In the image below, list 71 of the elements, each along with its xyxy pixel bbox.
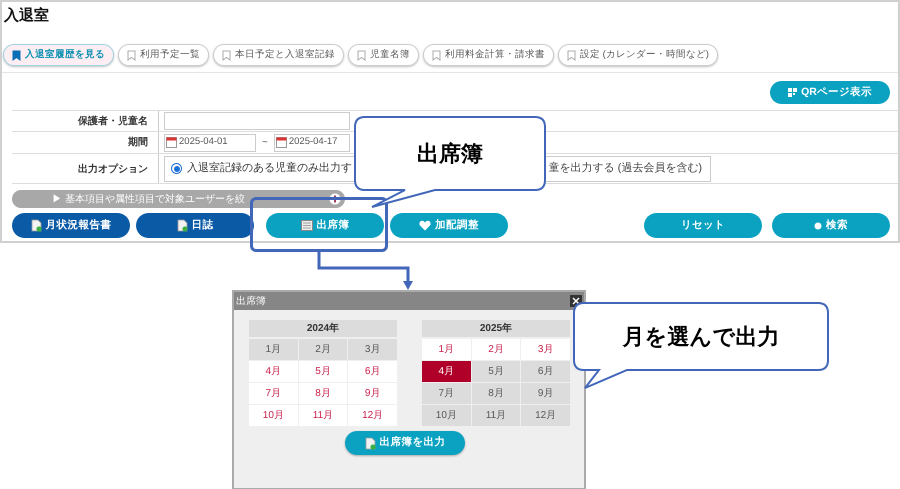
month-cell[interactable]: 12月 — [348, 405, 397, 426]
month-cell[interactable]: 4月 — [249, 361, 298, 382]
month-cell[interactable]: 8月 — [298, 383, 348, 404]
calendar-icon — [166, 137, 177, 148]
month-cell: 5月 — [472, 361, 520, 382]
action-button[interactable]: 出席簿 — [266, 213, 384, 238]
year-header: 2025年 — [422, 320, 570, 337]
month-cell: 9月 — [521, 383, 570, 404]
month-cell[interactable]: 11月 — [298, 405, 348, 426]
month-cell: 1月 — [249, 339, 298, 360]
month-cell[interactable]: 2月 — [472, 339, 520, 360]
month-cell[interactable]: 5月 — [298, 361, 348, 382]
tab[interactable]: 本日予定と入退室記録 — [213, 44, 344, 66]
year-header: 2024年 — [249, 320, 397, 337]
bookmark-icon — [222, 50, 231, 60]
document-icon — [364, 436, 376, 450]
range-separator: ~ — [262, 136, 268, 150]
dialog-title: 出席簿 — [236, 294, 266, 308]
month-cell: 2月 — [298, 339, 348, 360]
qr-code-icon — [788, 88, 798, 97]
action-button[interactable]: 検索 — [772, 213, 890, 238]
field-label: 保護者・児童名 — [76, 114, 149, 129]
info-icon — [329, 193, 341, 205]
heart-icon — [419, 220, 431, 231]
bookmark-icon — [12, 50, 21, 60]
radio-button[interactable] — [171, 163, 182, 174]
month-cell: 3月 — [348, 339, 397, 360]
tab[interactable]: 入退室履歴を見る — [3, 44, 114, 66]
bookmark-icon — [432, 50, 441, 60]
month-cell[interactable]: 7月 — [249, 383, 298, 404]
qr-page-button[interactable]: QRページ表示 — [770, 81, 890, 104]
month-cell[interactable]: 10月 — [249, 405, 298, 426]
month-cell: 11月 — [472, 405, 520, 426]
action-button[interactable]: 日誌 — [136, 213, 254, 238]
month-cell[interactable]: 9月 — [348, 383, 397, 404]
name-input-field[interactable] — [164, 112, 350, 130]
option-label: 童を出力する (過去会員を含む) — [548, 160, 702, 176]
date-field[interactable]: 2025-04-01 — [164, 134, 256, 152]
action-button[interactable]: 月状況報告書 — [12, 213, 130, 238]
tab[interactable]: 利用料金計算・請求書 — [423, 44, 554, 66]
page-title: 入退室 — [2, 6, 49, 26]
month-cell: 6月 — [521, 361, 570, 382]
sheet-icon — [300, 220, 312, 231]
month-cell[interactable]: 4月 — [422, 361, 471, 382]
month-cell[interactable]: 6月 — [348, 361, 397, 382]
option-label: 入退室記録のある児童のみ出力す — [187, 160, 352, 176]
field-label: 出力オプション — [77, 162, 149, 177]
callout-text: 出席簿 — [417, 140, 483, 168]
document-icon — [176, 219, 188, 232]
callout-text: 月を選んで出力 — [622, 323, 780, 351]
document-icon — [30, 219, 42, 232]
date-field[interactable]: 2025-04-17 — [274, 134, 350, 152]
month-cell: 7月 — [422, 383, 471, 404]
field-label: 期間 — [127, 136, 149, 150]
month-cell[interactable]: 1月 — [422, 339, 471, 360]
bookmark-icon — [357, 50, 366, 60]
month-cell[interactable]: 3月 — [521, 339, 570, 360]
tab[interactable]: 利用予定一覧 — [118, 44, 209, 66]
dot-icon — [814, 222, 822, 230]
tab[interactable]: 児童名簿 — [348, 44, 419, 66]
month-cell: 10月 — [422, 405, 471, 426]
bookmark-icon — [567, 50, 576, 60]
action-button[interactable]: 加配調整 — [390, 213, 508, 238]
close-icon — [572, 297, 580, 305]
calendar-icon — [276, 137, 287, 148]
bookmark-icon — [127, 50, 136, 60]
export-button[interactable]: 出席簿を出力 — [345, 431, 465, 455]
action-button[interactable]: リセット — [644, 213, 762, 238]
tab[interactable]: 設定 (カレンダー・時間など) — [558, 44, 718, 66]
month-cell: 8月 — [472, 383, 520, 404]
month-cell: 12月 — [521, 405, 570, 426]
